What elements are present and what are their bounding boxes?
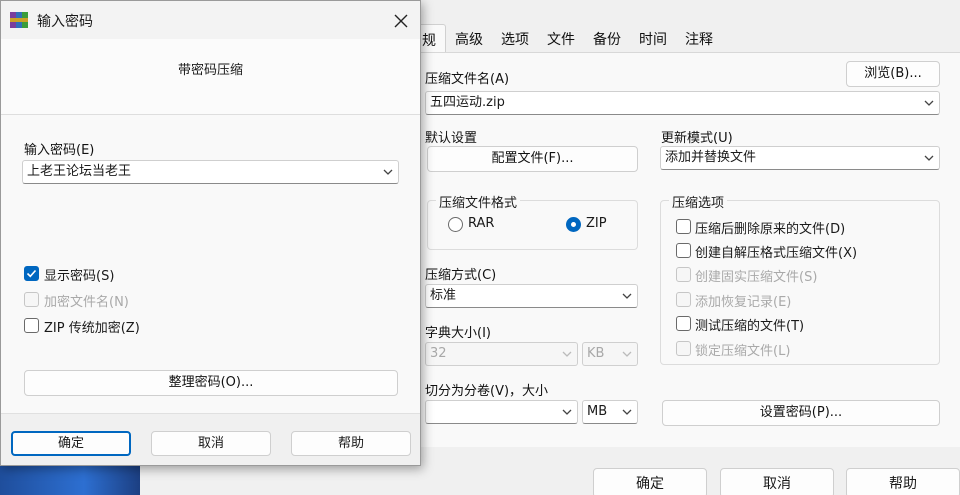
option-sfx-label: 创建自解压格式压缩文件(X) [695, 246, 858, 261]
chevron-down-icon [622, 407, 632, 417]
option-lock-checkbox[interactable] [676, 341, 691, 356]
archive-cancel-button[interactable]: 取消 [720, 468, 834, 495]
show-password-checkbox[interactable] [24, 266, 39, 281]
password-label: 输入密码(E) [24, 143, 95, 158]
option-recovery-checkbox[interactable] [676, 292, 691, 307]
archive-help-button[interactable]: 帮助 [846, 468, 960, 495]
split-volume-label: 切分为分卷(V)，大小 [425, 384, 549, 399]
option-test-label: 测试压缩的文件(T) [695, 319, 805, 334]
split-unit-value: MB [587, 404, 608, 419]
show-password-label: 显示密码(S) [44, 269, 115, 284]
password-dialog-titlebar: 输入密码 [1, 1, 420, 39]
organize-passwords-button[interactable]: 整理密码(O)... [24, 370, 398, 396]
chevron-down-icon [383, 167, 393, 177]
dict-unit-combo[interactable]: KB [582, 342, 638, 366]
radio-rar[interactable] [448, 217, 463, 232]
browse-button[interactable]: 浏览(B)... [846, 61, 940, 87]
split-unit-combo[interactable]: MB [582, 400, 638, 424]
password-cancel-button[interactable]: 取消 [151, 431, 271, 456]
method-value: 标准 [430, 288, 457, 303]
zip-legacy-encryption-checkbox[interactable] [24, 318, 39, 333]
chevron-down-icon [622, 291, 632, 301]
winrar-icon [10, 12, 28, 28]
tab-options[interactable]: 选项 [492, 24, 538, 52]
archive-name-combo[interactable]: 五四运动.zip [425, 91, 940, 115]
dict-size-combo[interactable]: 32 [425, 342, 578, 366]
radio-rar-label: RAR [468, 216, 495, 231]
password-value: 上老王论坛当老王 [27, 164, 132, 179]
update-mode-label: 更新模式(U) [661, 131, 733, 146]
option-delete-after-checkbox[interactable] [676, 219, 691, 234]
tab-backup[interactable]: 备份 [584, 24, 630, 52]
profiles-button[interactable]: 配置文件(F)... [427, 146, 638, 172]
option-lock-label: 锁定压缩文件(L) [695, 344, 791, 359]
chevron-down-icon [924, 153, 934, 163]
set-password-button[interactable]: 设置密码(P)... [662, 400, 940, 426]
chevron-down-icon [622, 349, 632, 359]
update-mode-value: 添加并替换文件 [665, 150, 757, 165]
option-sfx-checkbox[interactable] [676, 243, 691, 258]
encrypt-filenames-checkbox[interactable] [24, 292, 39, 307]
dict-size-label: 字典大小(I) [425, 326, 491, 341]
close-icon [394, 14, 408, 28]
method-label: 压缩方式(C) [425, 268, 497, 283]
chevron-down-icon [562, 349, 572, 359]
encrypt-filenames-label: 加密文件名(N) [44, 295, 129, 310]
checkmark-icon [26, 269, 37, 278]
compression-options-title: 压缩选项 [669, 192, 728, 211]
option-test-checkbox[interactable] [676, 316, 691, 331]
split-volume-combo[interactable] [425, 400, 578, 424]
option-delete-after-label: 压缩后删除原来的文件(D) [695, 222, 846, 237]
tab-time[interactable]: 时间 [630, 24, 676, 52]
option-solid-checkbox[interactable] [676, 267, 691, 282]
password-ok-button[interactable]: 确定 [11, 431, 131, 456]
password-dialog-title: 输入密码 [37, 14, 93, 30]
zip-legacy-encryption-label: ZIP 传统加密(Z) [44, 321, 140, 336]
archive-ok-button[interactable]: 确定 [593, 468, 707, 495]
tab-comment[interactable]: 注释 [676, 24, 722, 52]
password-dialog-header-text: 带密码压缩 [177, 63, 243, 78]
tab-files[interactable]: 文件 [538, 24, 584, 52]
archive-name-value: 五四运动.zip [430, 95, 505, 110]
radio-zip[interactable] [566, 217, 581, 232]
password-dialog: 输入密码 带密码压缩 输入密码(E) 上老王论坛当老王 显示密码(S) 加密文件… [0, 0, 421, 466]
password-help-button[interactable]: 帮助 [291, 431, 411, 456]
dict-size-value: 32 [430, 346, 447, 361]
option-recovery-label: 添加恢复记录(E) [695, 295, 792, 310]
close-button[interactable] [386, 7, 416, 35]
desktop-taskbar-fragment [0, 462, 140, 495]
password-input[interactable]: 上老王论坛当老王 [22, 160, 399, 184]
default-settings-label: 默认设置 [425, 131, 478, 146]
archive-name-label: 压缩文件名(A) [425, 72, 510, 87]
dict-unit-value: KB [587, 346, 605, 361]
option-solid-label: 创建固实压缩文件(S) [695, 270, 818, 285]
archive-format-title: 压缩文件格式 [436, 192, 521, 211]
radio-zip-label: ZIP [586, 216, 607, 231]
tab-advanced[interactable]: 高级 [446, 24, 492, 52]
chevron-down-icon [924, 98, 934, 108]
settings-tabs: 规 高级 选项 文件 备份 时间 注释 [412, 24, 722, 52]
chevron-down-icon [562, 407, 572, 417]
update-mode-combo[interactable]: 添加并替换文件 [660, 146, 940, 170]
method-combo[interactable]: 标准 [425, 284, 638, 308]
password-dialog-header: 带密码压缩 [1, 39, 420, 115]
